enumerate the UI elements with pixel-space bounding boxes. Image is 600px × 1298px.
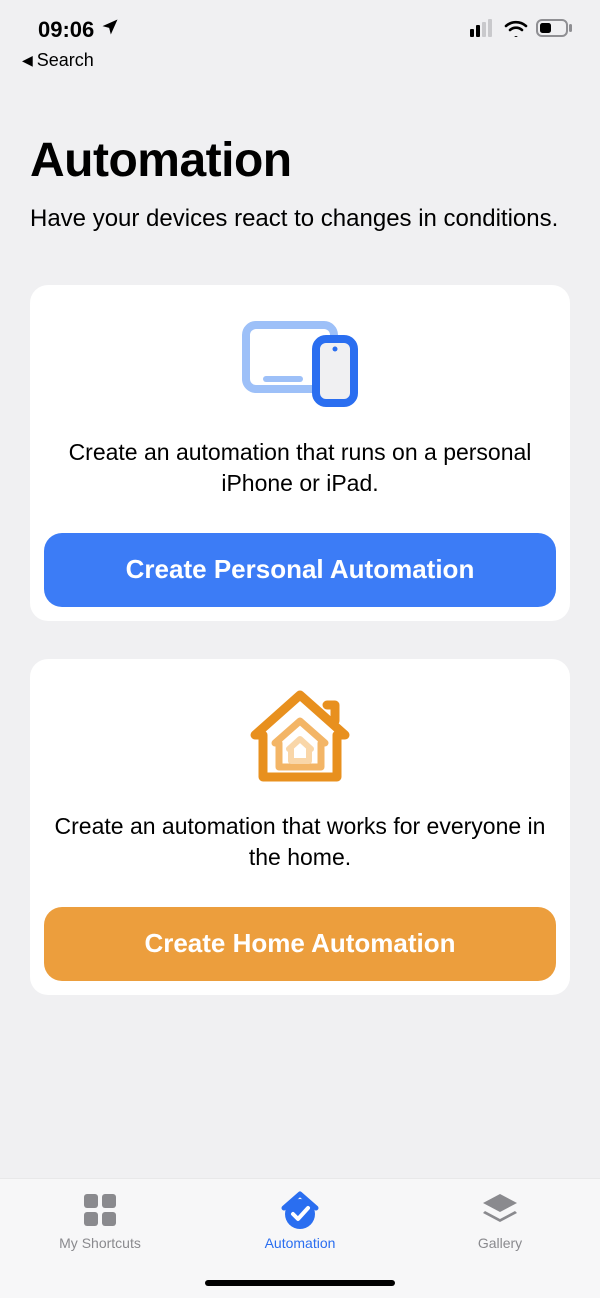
status-time: 09:06 bbox=[38, 17, 94, 43]
personal-card-description: Create an automation that runs on a pers… bbox=[44, 437, 556, 499]
tab-automation-label: Automation bbox=[265, 1235, 336, 1251]
tab-gallery[interactable]: Gallery bbox=[400, 1189, 600, 1298]
status-right bbox=[470, 17, 572, 43]
create-home-automation-button[interactable]: Create Home Automation bbox=[44, 907, 556, 981]
home-automation-card: Create an automation that works for ever… bbox=[30, 659, 570, 995]
page-title: Automation bbox=[30, 133, 570, 188]
back-triangle-icon: ◀ bbox=[22, 52, 33, 69]
wifi-icon bbox=[504, 17, 528, 43]
tab-my-shortcuts-label: My Shortcuts bbox=[59, 1235, 141, 1251]
personal-automation-card: Create an automation that runs on a pers… bbox=[30, 285, 570, 621]
home-icon bbox=[245, 687, 355, 787]
devices-icon bbox=[240, 313, 360, 413]
tab-my-shortcuts[interactable]: My Shortcuts bbox=[0, 1189, 200, 1298]
layers-icon bbox=[479, 1189, 521, 1231]
back-label: Search bbox=[37, 50, 94, 71]
page-subtitle: Have your devices react to changes in co… bbox=[30, 202, 570, 237]
status-left: 09:06 bbox=[38, 17, 120, 43]
home-card-description: Create an automation that works for ever… bbox=[44, 811, 556, 873]
location-arrow-icon bbox=[100, 17, 120, 43]
automation-check-icon bbox=[278, 1189, 322, 1231]
battery-icon bbox=[536, 17, 572, 43]
back-to-search-link[interactable]: ◀ Search bbox=[0, 48, 600, 71]
page-content: Automation Have your devices react to ch… bbox=[0, 71, 600, 995]
grid-icon bbox=[80, 1189, 120, 1231]
tab-gallery-label: Gallery bbox=[478, 1235, 522, 1251]
cellular-icon bbox=[470, 17, 496, 43]
create-personal-automation-button[interactable]: Create Personal Automation bbox=[44, 533, 556, 607]
status-bar: 09:06 bbox=[0, 0, 600, 48]
home-indicator[interactable] bbox=[205, 1280, 395, 1286]
